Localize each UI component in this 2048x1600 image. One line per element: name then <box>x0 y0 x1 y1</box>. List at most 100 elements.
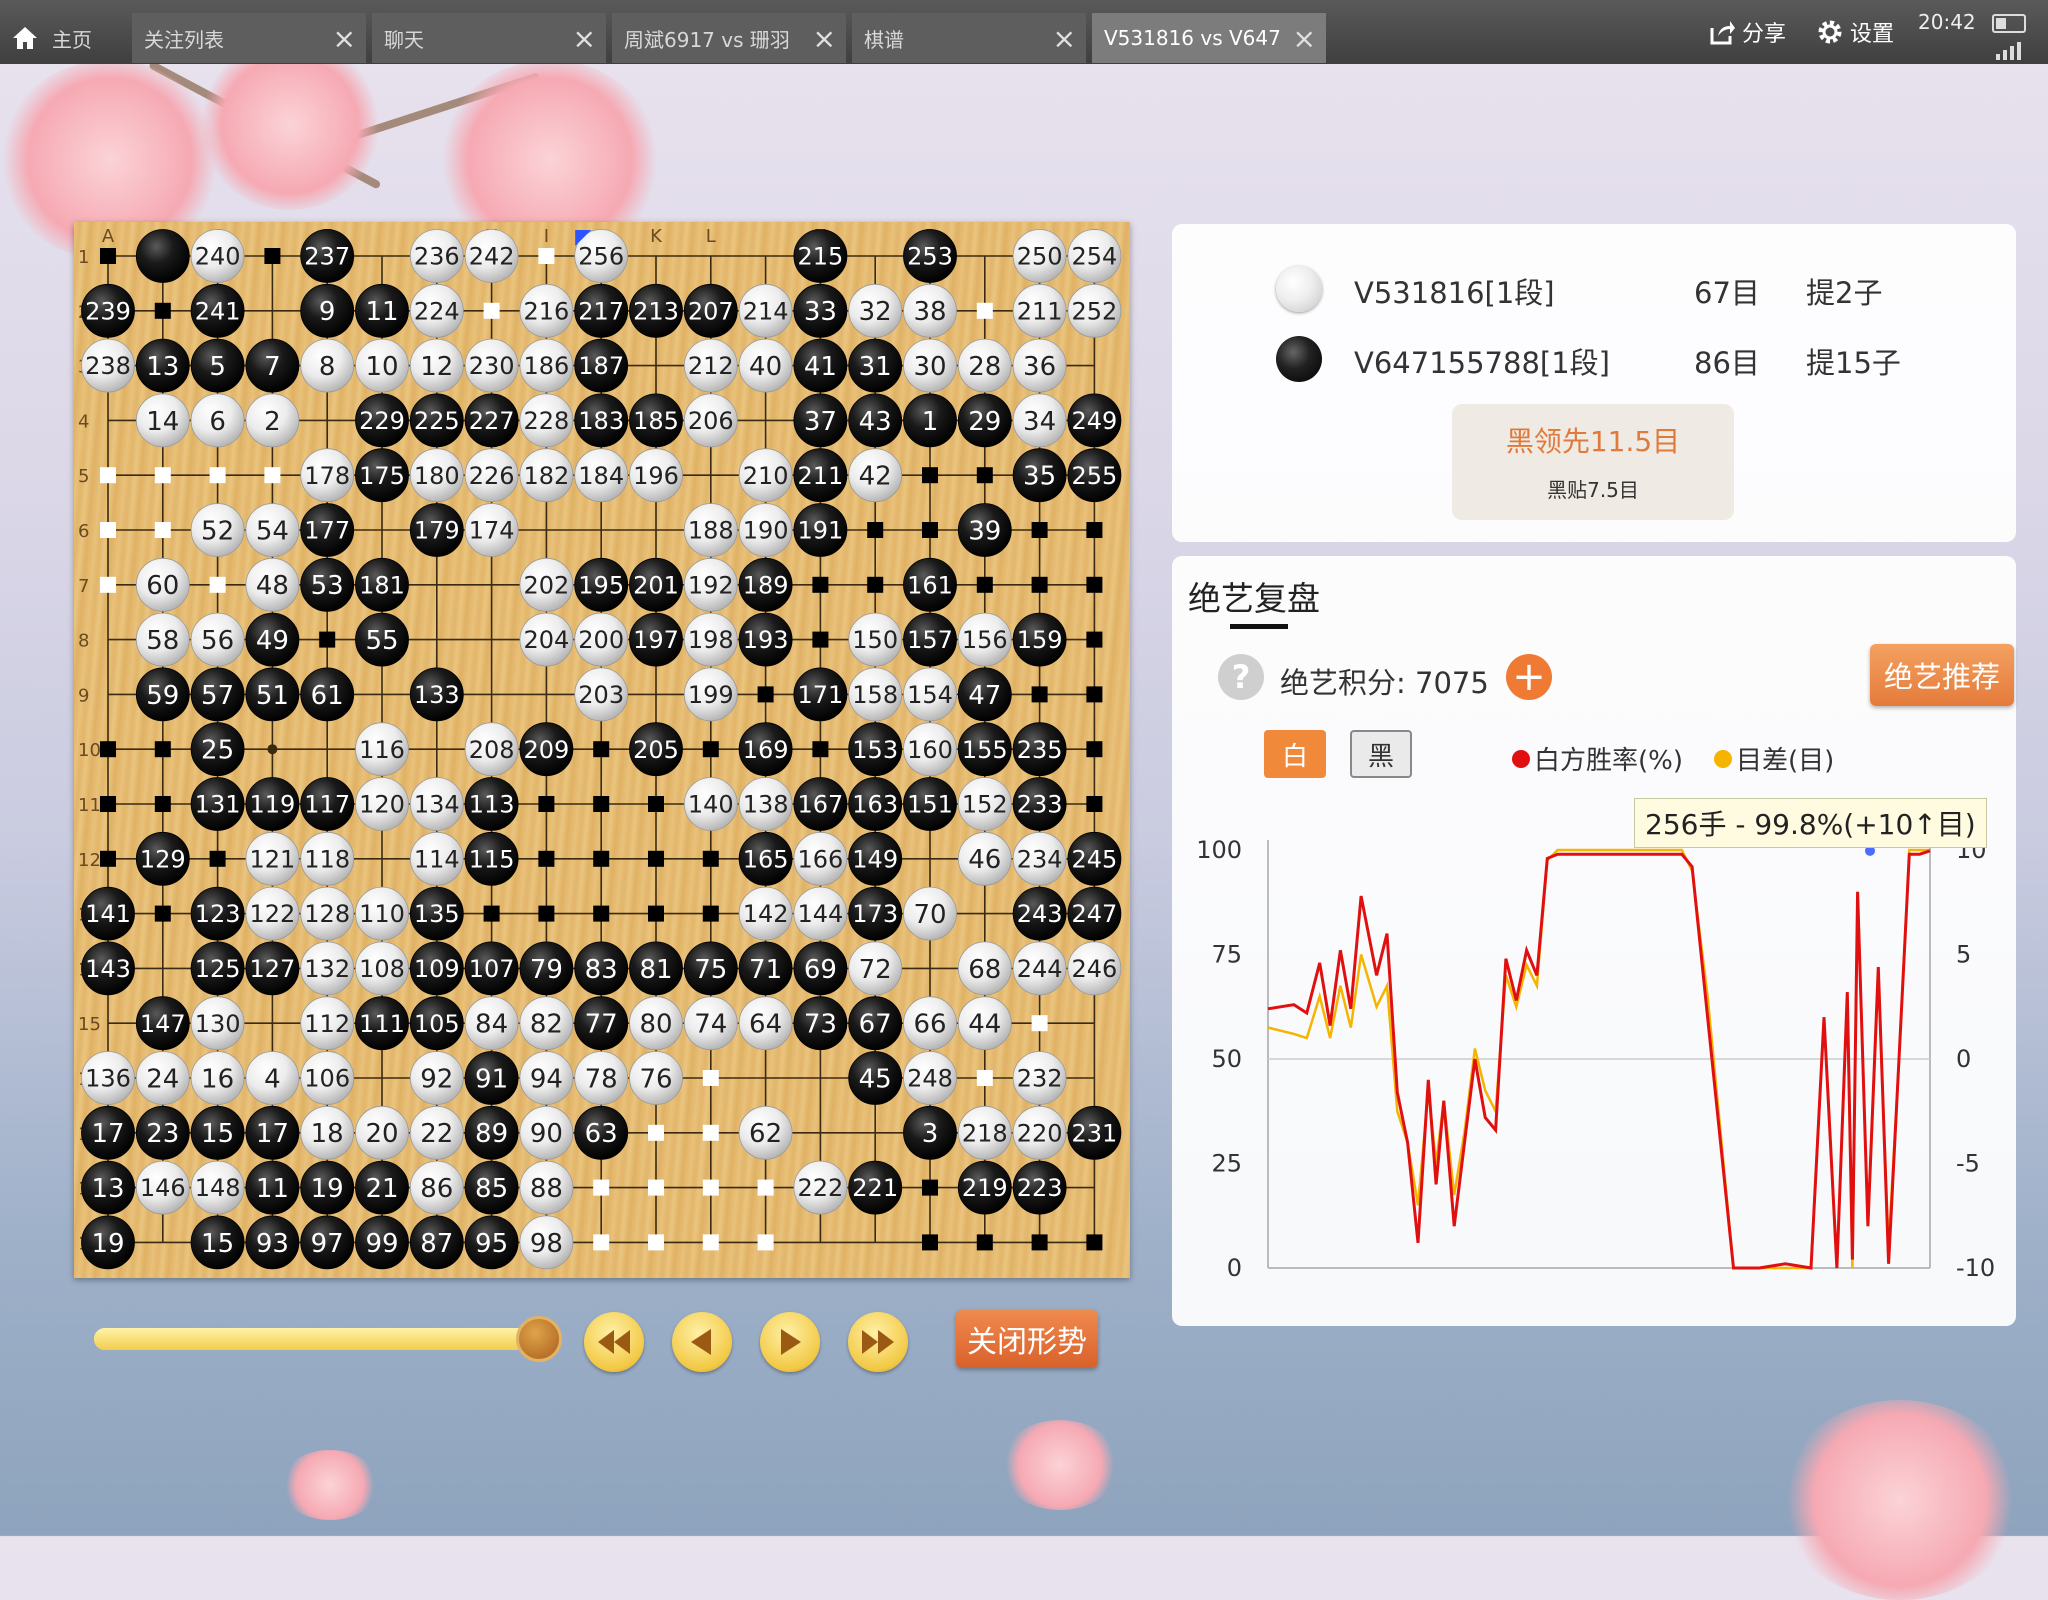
white-stone[interactable]: 238 <box>81 338 135 393</box>
black-stone[interactable]: 171 <box>793 667 848 722</box>
black-stone[interactable]: 211 <box>793 448 848 503</box>
white-stone[interactable]: 24 <box>135 1051 190 1105</box>
white-stone[interactable]: 54 <box>245 503 300 557</box>
white-stone[interactable]: 220 <box>1012 1105 1067 1160</box>
white-stone[interactable]: 182 <box>519 448 574 503</box>
close-trend-button[interactable]: 关闭形势 <box>956 1310 1098 1368</box>
white-stone[interactable]: 160 <box>903 722 957 777</box>
black-stone[interactable]: 215 <box>793 229 848 283</box>
white-stone[interactable]: 180 <box>409 448 464 503</box>
board-svg[interactable]: ACEHIKLNPS123456789101112131415161718192… <box>74 222 1130 1278</box>
black-stone[interactable]: 141 <box>81 886 135 941</box>
black-stone[interactable]: 253 <box>903 229 957 283</box>
black-stone[interactable]: 57 <box>190 667 245 722</box>
black-stone[interactable]: 183 <box>574 393 629 448</box>
fast-forward-button[interactable] <box>848 1312 908 1372</box>
white-stone[interactable]: 40 <box>738 338 793 393</box>
black-stone[interactable]: 159 <box>1012 612 1067 667</box>
black-stone[interactable]: 191 <box>793 503 848 557</box>
white-stone[interactable]: 58 <box>135 612 190 667</box>
black-stone[interactable]: 223 <box>1012 1160 1067 1215</box>
tab-follow-list[interactable]: 关注列表 × <box>132 13 366 63</box>
white-stone[interactable]: 6 <box>190 393 245 448</box>
black-stone[interactable]: 29 <box>957 393 1012 448</box>
black-stone[interactable]: 89 <box>464 1105 519 1160</box>
white-stone[interactable]: 22 <box>409 1105 464 1160</box>
white-stone[interactable]: 210 <box>738 448 793 503</box>
black-stone[interactable]: 49 <box>245 612 300 667</box>
white-stone[interactable]: 138 <box>738 777 793 831</box>
black-stone[interactable]: 107 <box>464 941 519 996</box>
white-stone[interactable]: 252 <box>1067 283 1122 338</box>
black-stone[interactable]: 7 <box>245 338 300 393</box>
tab-game-zhoubin[interactable]: 周斌6917 vs 珊羽 × <box>612 13 846 63</box>
black-stone[interactable]: 221 <box>848 1160 903 1215</box>
winrate-chart[interactable]: 10075502501050-5-10 <box>1172 556 2016 1326</box>
black-stone[interactable]: 97 <box>300 1215 355 1270</box>
black-stone[interactable]: 5 <box>190 338 245 393</box>
black-stone[interactable]: 209 <box>519 722 574 777</box>
black-stone[interactable]: 189 <box>738 557 793 612</box>
black-stone[interactable]: 71 <box>738 941 793 996</box>
black-stone[interactable]: 15 <box>190 1105 245 1160</box>
black-stone[interactable]: 79 <box>519 941 574 996</box>
black-stone[interactable]: 41 <box>793 338 848 393</box>
black-stone[interactable]: 17 <box>245 1105 300 1160</box>
white-stone[interactable]: 132 <box>300 941 355 996</box>
black-stone[interactable]: 161 <box>903 557 957 612</box>
black-stone[interactable]: 15 <box>190 1215 245 1270</box>
black-stone[interactable]: 77 <box>574 996 629 1051</box>
white-stone[interactable]: 144 <box>793 886 848 941</box>
black-stone[interactable]: 249 <box>1067 393 1122 448</box>
black-stone[interactable]: 13 <box>135 338 190 393</box>
black-stone[interactable]: 17 <box>81 1105 135 1160</box>
white-stone[interactable]: 84 <box>464 996 519 1051</box>
white-stone[interactable]: 232 <box>1012 1051 1067 1105</box>
white-stone[interactable]: 134 <box>409 777 464 831</box>
white-stone[interactable]: 28 <box>957 338 1012 393</box>
white-stone[interactable]: 44 <box>957 996 1012 1051</box>
rewind-button[interactable] <box>584 1312 644 1372</box>
black-stone[interactable]: 243 <box>1012 886 1067 941</box>
black-stone[interactable]: 61 <box>300 667 355 722</box>
white-stone[interactable]: 198 <box>683 612 738 667</box>
white-stone[interactable]: 216 <box>519 283 574 338</box>
white-stone[interactable]: 244 <box>1012 941 1067 996</box>
white-stone[interactable]: 74 <box>683 996 738 1051</box>
black-stone[interactable]: 163 <box>848 777 903 831</box>
white-stone[interactable]: 224 <box>409 283 464 338</box>
white-stone[interactable]: 190 <box>738 503 793 557</box>
white-stone[interactable]: 184 <box>574 448 629 503</box>
black-stone[interactable]: 119 <box>245 777 300 831</box>
white-stone[interactable]: 32 <box>848 283 903 338</box>
white-stone[interactable]: 218 <box>957 1105 1012 1160</box>
white-stone[interactable]: 62 <box>738 1105 793 1160</box>
move-slider[interactable] <box>94 1328 540 1350</box>
white-stone[interactable]: 64 <box>738 996 793 1051</box>
black-stone[interactable]: 67 <box>848 996 903 1051</box>
black-stone[interactable]: 11 <box>355 283 409 338</box>
white-stone[interactable]: 146 <box>135 1160 190 1215</box>
close-icon[interactable]: × <box>1293 22 1316 55</box>
white-stone[interactable]: 136 <box>81 1051 135 1105</box>
black-stone[interactable]: 195 <box>574 557 629 612</box>
black-stone[interactable]: 175 <box>355 448 409 503</box>
white-stone[interactable]: 188 <box>683 503 738 557</box>
black-stone[interactable]: 185 <box>629 393 683 448</box>
black-stone[interactable]: 165 <box>738 831 793 886</box>
white-stone[interactable]: 140 <box>683 777 738 831</box>
white-stone[interactable]: 226 <box>464 448 519 503</box>
white-stone[interactable]: 56 <box>190 612 245 667</box>
white-stone[interactable]: 14 <box>135 393 190 448</box>
white-stone[interactable]: 192 <box>683 557 738 612</box>
white-stone[interactable]: 60 <box>135 557 190 612</box>
white-stone[interactable]: 121 <box>245 831 300 886</box>
black-stone[interactable]: 207 <box>683 283 738 338</box>
white-stone[interactable]: 80 <box>629 996 683 1051</box>
white-stone[interactable]: 2 <box>245 393 300 448</box>
white-stone[interactable]: 236 <box>409 229 464 283</box>
white-stone[interactable]: 68 <box>957 941 1012 996</box>
black-stone[interactable]: 105 <box>409 996 464 1051</box>
tab-chat[interactable]: 聊天 × <box>372 13 606 63</box>
white-stone[interactable]: 86 <box>409 1160 464 1215</box>
